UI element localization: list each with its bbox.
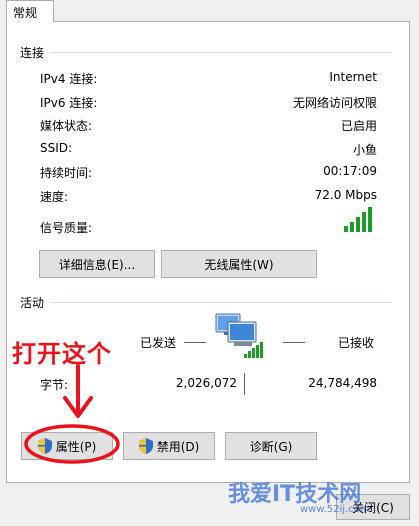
speed-label: 速度: [40,190,69,204]
details-button[interactable]: 详细信息(E)... [39,250,155,278]
ipv6-value: 无网络访问权限 [292,96,377,110]
connection-section-title: 连接 [20,46,45,60]
media-state-value: 已启用 [340,119,377,133]
ipv4-value: Internet [329,70,377,84]
duration-value: 00:17:09 [323,164,377,178]
received-label: 已接收 [338,336,375,350]
speed-value: 72.0 Mbps [314,188,377,202]
activity-section-title: 活动 [20,296,45,310]
media-state-label: 媒体状态: [40,119,93,133]
tab-general[interactable]: 常规 [6,0,54,22]
ssid-value: 小鱼 [352,143,377,157]
received-line [283,342,305,343]
bytes-sent-value: 2,026,072 [175,376,237,390]
disable-button[interactable]: 禁用(D) [123,432,215,460]
disable-button-label: 禁用(D) [156,439,200,454]
signal-quality-label: 信号质量: [40,221,93,235]
wireless-properties-button[interactable]: 无线属性(W) [161,250,317,278]
duration-label: 持续时间: [40,166,93,180]
sent-label: 已发送 [140,336,177,350]
annotation-arrow-circle [24,364,120,464]
ipv4-label: IPv4 连接: [40,72,98,86]
sent-line [184,342,206,343]
uac-shield-icon [138,438,153,454]
connection-section-divider [50,52,392,53]
watermark-url: www.52ij.com [300,504,370,515]
ssid-label: SSID: [40,141,73,155]
bytes-divider [244,373,245,395]
signal-strength-icon [344,207,372,232]
diagnose-button[interactable]: 诊断(G) [225,432,317,460]
bytes-received-value: 24,784,498 [308,376,377,390]
ipv6-label: IPv6 连接: [40,96,98,110]
activity-section-divider [50,302,392,303]
network-computers-icon [215,313,263,358]
